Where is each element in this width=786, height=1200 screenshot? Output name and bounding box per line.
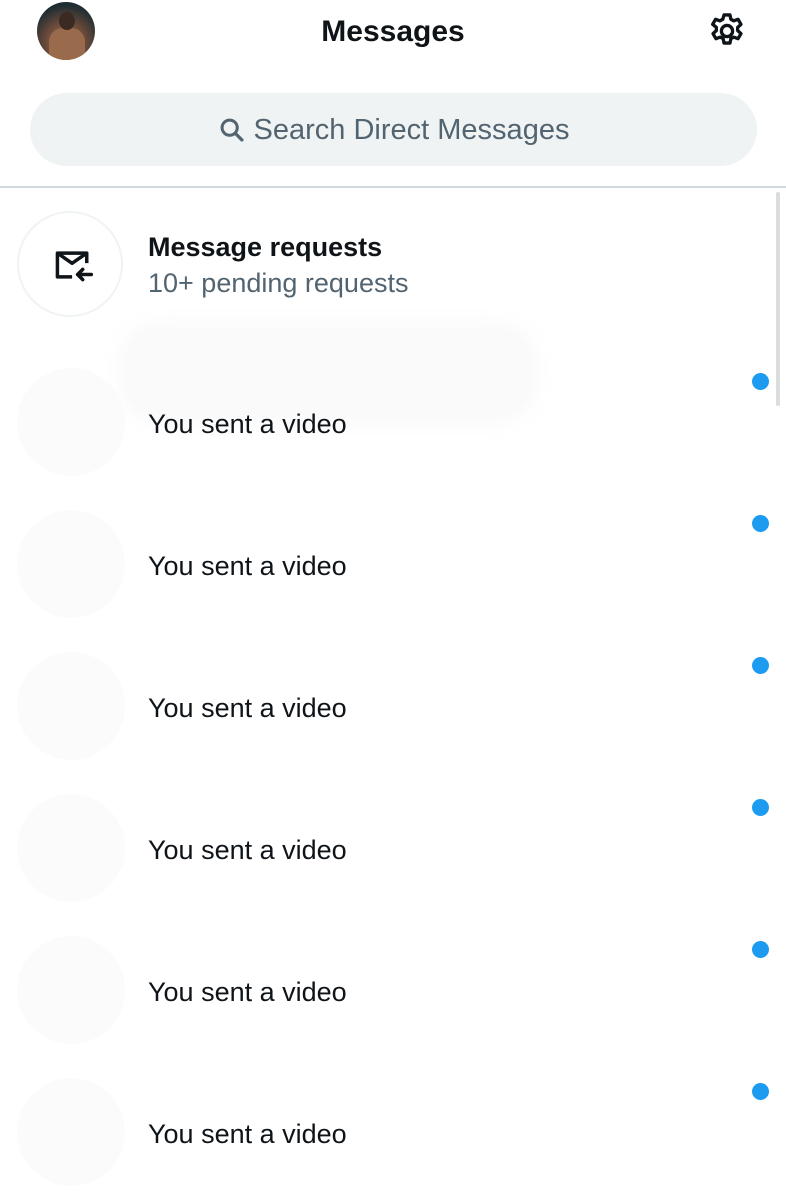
message-requests-row[interactable]: Message requests 10+ pending requests — [0, 200, 770, 320]
conversation-item[interactable]: You sent a video — [0, 936, 778, 1078]
header: Messages — [0, 0, 786, 70]
message-requests-icon-container — [17, 211, 123, 317]
conversation-preview: You sent a video — [148, 835, 347, 865]
unread-dot-icon — [752, 1083, 769, 1100]
conversation-item[interactable]: You sent a video — [0, 652, 778, 794]
profile-avatar[interactable] — [37, 2, 95, 60]
unread-dot-icon — [752, 941, 769, 958]
message-requests-count: 10+ pending requests — [148, 268, 409, 298]
header-divider — [0, 186, 786, 188]
conversation-avatar — [17, 652, 125, 760]
gear-icon[interactable] — [706, 10, 748, 52]
avatar-torso — [49, 28, 85, 60]
unread-dot-icon — [752, 657, 769, 674]
conversation-avatar — [17, 510, 125, 618]
message-requests-title: Message requests — [148, 232, 383, 262]
unread-dot-icon — [752, 515, 769, 532]
conversation-item[interactable]: You sent a video — [0, 794, 778, 936]
conversation-preview: You sent a video — [148, 693, 347, 723]
conversation-avatar — [17, 794, 125, 902]
conversation-avatar — [17, 936, 125, 1044]
conversation-preview: You sent a video — [148, 551, 347, 581]
conversation-item[interactable]: You sent a video — [0, 1078, 778, 1200]
avatar-head — [59, 12, 75, 30]
conversation-avatar — [17, 368, 125, 476]
search-input[interactable]: Search Direct Messages — [30, 93, 757, 166]
envelope-incoming-icon — [55, 251, 94, 282]
conversation-preview: You sent a video — [148, 409, 347, 439]
search-placeholder: Search Direct Messages — [253, 113, 570, 146]
conversation-avatar — [17, 1078, 125, 1186]
conversation-item[interactable]: You sent a video — [0, 510, 778, 652]
search-icon — [220, 118, 244, 142]
search-content: Search Direct Messages — [30, 93, 757, 166]
messages-screen: Messages Search Direct Messages Message … — [0, 0, 786, 1200]
page-title: Messages — [321, 15, 465, 48]
conversation-preview: You sent a video — [148, 977, 347, 1007]
conversation-preview: You sent a video — [148, 1119, 347, 1149]
unread-dot-icon — [752, 373, 769, 390]
unread-dot-icon — [752, 799, 769, 816]
conversation-item[interactable]: You sent a video — [0, 368, 778, 510]
